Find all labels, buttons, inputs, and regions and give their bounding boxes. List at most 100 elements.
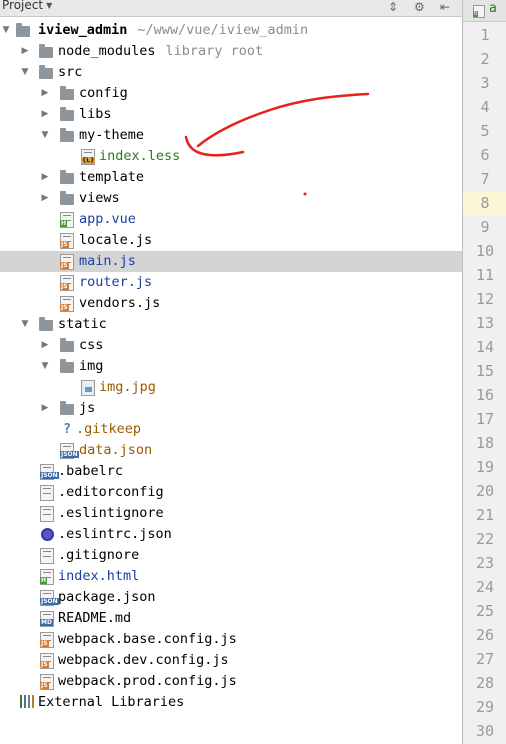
- tree-node-label: img.jpg: [99, 379, 156, 395]
- tree-node-label: css: [79, 337, 104, 353]
- tree-node-label: .eslintrc.json: [58, 526, 172, 542]
- vue-file-icon: H: [60, 212, 74, 228]
- folder-icon: [60, 107, 74, 121]
- editor-tab-label: a: [489, 1, 497, 16]
- tree-node-label: .gitkeep: [76, 421, 142, 437]
- line-number: 21: [475, 506, 495, 524]
- tree-node-eslintignore[interactable]: .eslintignore: [0, 503, 462, 524]
- tree-node-img-jpg[interactable]: img.jpg: [0, 377, 462, 398]
- folder-icon: [60, 338, 74, 352]
- tree-node-label: template: [79, 169, 145, 185]
- line-number: 30: [475, 722, 495, 740]
- tree-node-label: img: [79, 358, 104, 374]
- editor-tab[interactable]: H a: [463, 0, 506, 22]
- tree-node-label: data.json: [79, 442, 153, 458]
- tree-node-label: .editorconfig: [58, 484, 164, 500]
- tree-node-readme-md[interactable]: MD README.md: [0, 608, 462, 629]
- sync-icon[interactable]: ⇕: [388, 0, 398, 14]
- tree-node-eslintrc-json[interactable]: .eslintrc.json: [0, 524, 462, 545]
- tree-node-label: config: [79, 85, 128, 101]
- expand-arrow-icon[interactable]: ▼: [1, 25, 11, 35]
- line-number: 7: [480, 170, 490, 188]
- tree-node-label: README.md: [58, 610, 132, 626]
- tree-node-external-libraries[interactable]: External Libraries: [0, 692, 462, 713]
- line-number: 8: [463, 191, 506, 215]
- collapse-arrow-icon[interactable]: ▶: [40, 340, 50, 350]
- tree-node-js[interactable]: ▶ js: [0, 398, 462, 419]
- tree-node-template[interactable]: ▶ template: [0, 167, 462, 188]
- line-number: 29: [475, 698, 495, 716]
- line-number: 24: [475, 578, 495, 596]
- expand-arrow-icon[interactable]: ▼: [40, 361, 50, 371]
- tree-node-index-less[interactable]: {L} index.less: [0, 146, 462, 167]
- expand-arrow-icon[interactable]: ▼: [20, 319, 30, 329]
- gear-icon[interactable]: ⚙: [414, 0, 425, 14]
- project-view-selector[interactable]: Project ▼: [2, 0, 52, 12]
- hide-icon[interactable]: ⇤: [440, 0, 450, 14]
- text-file-icon: [40, 506, 54, 522]
- tree-node-label: libs: [79, 106, 112, 122]
- tree-node-src[interactable]: ▼ src: [0, 62, 462, 83]
- folder-icon: [60, 359, 74, 373]
- tree-node-data-json[interactable]: JSON data.json: [0, 440, 462, 461]
- tree-node-gitignore[interactable]: .gitignore: [0, 545, 462, 566]
- line-number: 11: [475, 266, 495, 284]
- tree-node-webpack-dev[interactable]: JS webpack.dev.config.js: [0, 650, 462, 671]
- tree-node-app-vue[interactable]: H app.vue: [0, 209, 462, 230]
- tree-node-vendors-js[interactable]: JS vendors.js: [0, 293, 462, 314]
- tree-node-package-json[interactable]: JSON package.json: [0, 587, 462, 608]
- text-file-icon: [40, 485, 54, 501]
- tree-node-config[interactable]: ▶ config: [0, 83, 462, 104]
- tree-node-label: webpack.dev.config.js: [58, 652, 229, 668]
- line-number: 10: [475, 242, 495, 260]
- tree-node-css[interactable]: ▶ css: [0, 335, 462, 356]
- line-number: 26: [475, 626, 495, 644]
- tree-node-label: locale.js: [79, 232, 153, 248]
- line-number: 2: [480, 50, 490, 68]
- collapse-arrow-icon[interactable]: ▶: [40, 88, 50, 98]
- tree-node-libs[interactable]: ▶ libs: [0, 104, 462, 125]
- folder-icon: [60, 128, 74, 142]
- image-file-icon: [81, 380, 95, 396]
- collapse-arrow-icon[interactable]: ▶: [40, 193, 50, 203]
- tree-node-label: External Libraries: [38, 694, 185, 710]
- tree-node-label: src: [58, 64, 83, 80]
- expand-arrow-icon[interactable]: ▼: [20, 67, 30, 77]
- line-number: 6: [480, 146, 490, 164]
- unknown-file-icon: ?: [63, 422, 71, 437]
- tree-node-img[interactable]: ▼ img: [0, 356, 462, 377]
- project-tree: ▼ iview_admin ~/www/vue/iview_admin ▶ nod…: [0, 17, 462, 744]
- tree-node-locale-js[interactable]: JS locale.js: [0, 230, 462, 251]
- tree-node-webpack-base[interactable]: JS webpack.base.config.js: [0, 629, 462, 650]
- tree-node-root[interactable]: ▼ iview_admin ~/www/vue/iview_admin: [0, 20, 462, 41]
- tree-node-label: static: [58, 316, 107, 332]
- collapse-arrow-icon[interactable]: ▶: [40, 109, 50, 119]
- tree-node-webpack-prod[interactable]: JS webpack.prod.config.js: [0, 671, 462, 692]
- tree-node-my-theme[interactable]: ▼ my-theme: [0, 125, 462, 146]
- tree-node-label: .babelrc: [58, 463, 124, 479]
- collapse-arrow-icon[interactable]: ▶: [40, 403, 50, 413]
- expand-arrow-icon[interactable]: ▼: [40, 130, 50, 140]
- tree-node-static[interactable]: ▼ static: [0, 314, 462, 335]
- line-number: 19: [475, 458, 495, 476]
- collapse-arrow-icon[interactable]: ▶: [40, 172, 50, 182]
- tree-node-main-js[interactable]: JS main.js: [0, 251, 462, 272]
- tree-node-router-js[interactable]: JS router.js: [0, 272, 462, 293]
- js-file-icon: JS: [60, 296, 74, 312]
- line-number: 3: [480, 74, 490, 92]
- js-file-icon: JS: [60, 254, 74, 270]
- tree-node-index-html[interactable]: H index.html: [0, 566, 462, 587]
- tree-node-gitkeep[interactable]: ? .gitkeep: [0, 419, 462, 440]
- project-toolbar: Project ▼ ⇕ ⚙ ⇤: [0, 0, 462, 17]
- tree-node-node-modules[interactable]: ▶ node_modules library root: [0, 41, 462, 62]
- json-file-icon: JSON: [40, 464, 59, 480]
- tree-node-views[interactable]: ▶ views: [0, 188, 462, 209]
- tree-node-babelrc[interactable]: JSON .babelrc: [0, 461, 462, 482]
- folder-icon: [16, 23, 30, 37]
- tree-node-label: .eslintignore: [58, 505, 164, 521]
- tree-node-editorconfig[interactable]: .editorconfig: [0, 482, 462, 503]
- tree-node-label: views: [79, 190, 120, 206]
- chevron-down-icon: ▼: [46, 1, 53, 10]
- collapse-arrow-icon[interactable]: ▶: [20, 46, 30, 56]
- tree-node-label: webpack.prod.config.js: [58, 673, 237, 689]
